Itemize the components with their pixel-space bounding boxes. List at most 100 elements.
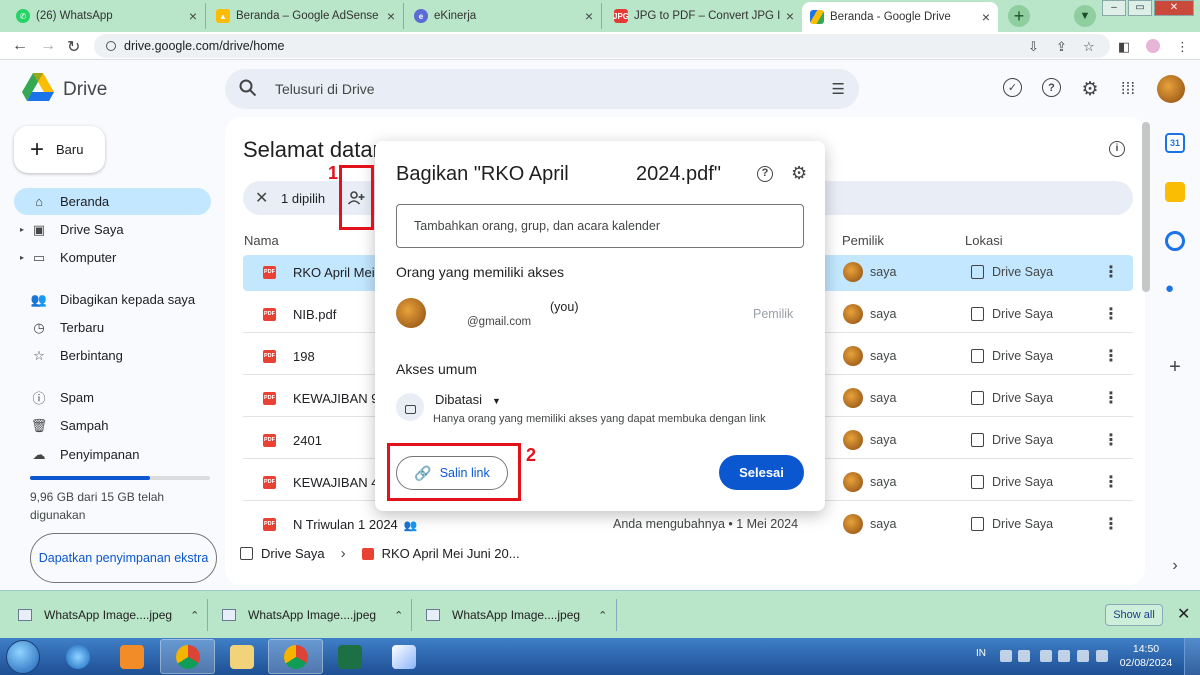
download-item[interactable]: WhatsApp Image....jpeg ⌃: [18, 591, 199, 639]
back-icon[interactable]: ←: [12, 37, 28, 55]
bookmark-star-icon[interactable]: ☆: [1083, 39, 1095, 55]
file-location[interactable]: Drive Saya: [992, 475, 1053, 489]
search-box[interactable]: Telusuri di Drive ☰: [225, 69, 859, 109]
expand-caret-icon[interactable]: ▸: [20, 225, 24, 234]
tab-whatsapp[interactable]: ✆ (26) WhatsApp ×: [8, 3, 206, 29]
sharing-settings-gear-icon[interactable]: ⚙: [791, 163, 807, 184]
taskbar-file-explorer[interactable]: [214, 639, 269, 674]
tab-ekinerja[interactable]: e eKinerja ×: [406, 3, 602, 29]
contacts-icon[interactable]: ●: [1165, 280, 1185, 300]
taskbar-excel[interactable]: [322, 639, 377, 674]
tray-help-icon[interactable]: [1000, 650, 1012, 662]
settings-gear-icon[interactable]: ⚙: [1079, 78, 1101, 100]
breadcrumb-root[interactable]: Drive Saya: [261, 546, 325, 561]
search-options-icon[interactable]: ☰: [832, 80, 845, 98]
nav-item-starred[interactable]: ☆ Berbintang: [14, 342, 211, 369]
reload-icon[interactable]: ↻: [67, 37, 80, 57]
more-actions-icon[interactable]: ⋮: [1103, 304, 1119, 324]
new-tab-button[interactable]: +: [1008, 5, 1030, 27]
get-more-storage-button[interactable]: Dapatkan penyimpanan ekstra: [30, 533, 217, 583]
download-item[interactable]: WhatsApp Image....jpeg ⌃: [426, 591, 607, 639]
file-location[interactable]: Drive Saya: [992, 307, 1053, 321]
file-location[interactable]: Drive Saya: [992, 265, 1053, 279]
tray-app-icon[interactable]: [1040, 650, 1052, 662]
tray-chevron-icon[interactable]: [1018, 650, 1030, 662]
url-text[interactable]: drive.google.com/drive/home: [124, 39, 285, 53]
nav-item-home[interactable]: ⌂ Beranda: [14, 188, 211, 215]
taskbar-chrome-1[interactable]: [160, 639, 215, 674]
file-location[interactable]: Drive Saya: [992, 517, 1053, 531]
expand-side-panel-icon[interactable]: ›: [1165, 557, 1185, 577]
calendar-icon[interactable]: 31: [1165, 133, 1185, 153]
file-list-scrollbar[interactable]: [1142, 122, 1150, 292]
more-actions-icon[interactable]: ⋮: [1103, 262, 1119, 282]
side-panel-icon[interactable]: ◧: [1118, 39, 1130, 55]
more-actions-icon[interactable]: ⋮: [1103, 472, 1119, 492]
close-download-bar-icon[interactable]: ✕: [1177, 604, 1190, 624]
show-all-downloads-button[interactable]: Show all: [1105, 604, 1163, 626]
tab-google-drive[interactable]: Beranda - Google Drive ×: [802, 2, 998, 32]
taskbar-paint[interactable]: [376, 639, 431, 674]
add-people-input[interactable]: Tambahkan orang, grup, dan acara kalende…: [396, 204, 804, 248]
taskbar-media-player[interactable]: [104, 639, 159, 674]
new-button[interactable]: + Baru: [14, 126, 105, 173]
tab-search-button[interactable]: ▼: [1074, 5, 1096, 27]
close-tab-icon[interactable]: ×: [387, 8, 395, 24]
account-avatar[interactable]: [1157, 75, 1185, 103]
drive-product-name[interactable]: Drive: [63, 79, 107, 101]
close-tab-icon[interactable]: ×: [786, 8, 794, 24]
clear-selection-icon[interactable]: ✕: [255, 188, 268, 208]
nav-item-shared-with-me[interactable]: 👥 Dibagikan kepada saya: [14, 286, 211, 313]
done-button[interactable]: Selesai: [719, 455, 804, 490]
taskbar-internet-explorer[interactable]: [50, 639, 105, 674]
network-icon[interactable]: [1077, 650, 1089, 662]
access-level-dropdown[interactable]: Dibatasi ▼: [435, 392, 501, 407]
system-clock[interactable]: 14:50 02/08/2024: [1118, 642, 1174, 670]
apps-grid-icon[interactable]: ⁞⁞⁞: [1117, 78, 1139, 100]
nav-item-storage[interactable]: ☁ Penyimpanan: [14, 441, 211, 468]
add-addon-icon[interactable]: +: [1165, 357, 1185, 377]
action-center-icon[interactable]: [1058, 650, 1070, 662]
offline-ready-icon[interactable]: ✓: [1003, 78, 1022, 97]
install-icon[interactable]: ⇩: [1028, 39, 1039, 55]
help-icon[interactable]: ?: [757, 166, 773, 182]
drive-logo-icon[interactable]: [22, 73, 54, 103]
tab-jpg-to-pdf[interactable]: JPG JPG to PDF – Convert JPG Images ×: [606, 3, 802, 29]
chrome-menu-icon[interactable]: ⋮: [1176, 39, 1189, 55]
file-location[interactable]: Drive Saya: [992, 349, 1053, 363]
more-actions-icon[interactable]: ⋮: [1103, 346, 1119, 366]
input-language-indicator[interactable]: IN: [976, 648, 986, 659]
share-page-icon[interactable]: ⇪: [1056, 39, 1067, 55]
file-row[interactable]: PDF N Triwulan 1 2024 👥 Anda mengubahnya …: [243, 507, 1133, 543]
nav-item-my-drive[interactable]: ▸ ▣ Drive Saya: [14, 216, 211, 243]
site-info-icon[interactable]: [106, 41, 116, 51]
column-header-owner[interactable]: Pemilik: [842, 233, 884, 248]
tab-adsense[interactable]: ▲ Beranda – Google AdSense ×: [208, 3, 404, 29]
show-desktop-button[interactable]: [1184, 638, 1200, 675]
nav-item-trash[interactable]: 🗑 Sampah: [14, 412, 211, 439]
taskbar-chrome-2[interactable]: [268, 639, 323, 674]
minimize-button[interactable]: –: [1102, 0, 1126, 16]
volume-icon[interactable]: [1096, 650, 1108, 662]
start-button[interactable]: [6, 640, 40, 674]
download-item[interactable]: WhatsApp Image....jpeg ⌃: [222, 591, 403, 639]
chevron-up-icon[interactable]: ⌃: [190, 609, 199, 622]
close-tab-icon[interactable]: ×: [982, 9, 990, 25]
info-icon[interactable]: i: [1109, 141, 1125, 157]
search-input[interactable]: Telusuri di Drive: [275, 81, 375, 97]
file-location[interactable]: Drive Saya: [992, 433, 1053, 447]
column-header-name[interactable]: Nama: [244, 233, 279, 248]
more-actions-icon[interactable]: ⋮: [1103, 388, 1119, 408]
nav-item-spam[interactable]: ⓘ Spam: [14, 384, 211, 411]
breadcrumb-file[interactable]: RKO April Mei Juni 20...: [382, 546, 520, 561]
forward-icon[interactable]: →: [40, 37, 56, 55]
keep-icon[interactable]: [1165, 182, 1185, 202]
close-window-button[interactable]: ✕: [1154, 0, 1194, 16]
tasks-icon[interactable]: [1165, 231, 1185, 251]
file-location[interactable]: Drive Saya: [992, 391, 1053, 405]
close-tab-icon[interactable]: ×: [585, 8, 593, 24]
close-tab-icon[interactable]: ×: [189, 8, 197, 24]
maximize-button[interactable]: ▭: [1128, 0, 1152, 16]
profile-icon[interactable]: [1146, 39, 1160, 53]
nav-item-recent[interactable]: ◷ Terbaru: [14, 314, 211, 341]
